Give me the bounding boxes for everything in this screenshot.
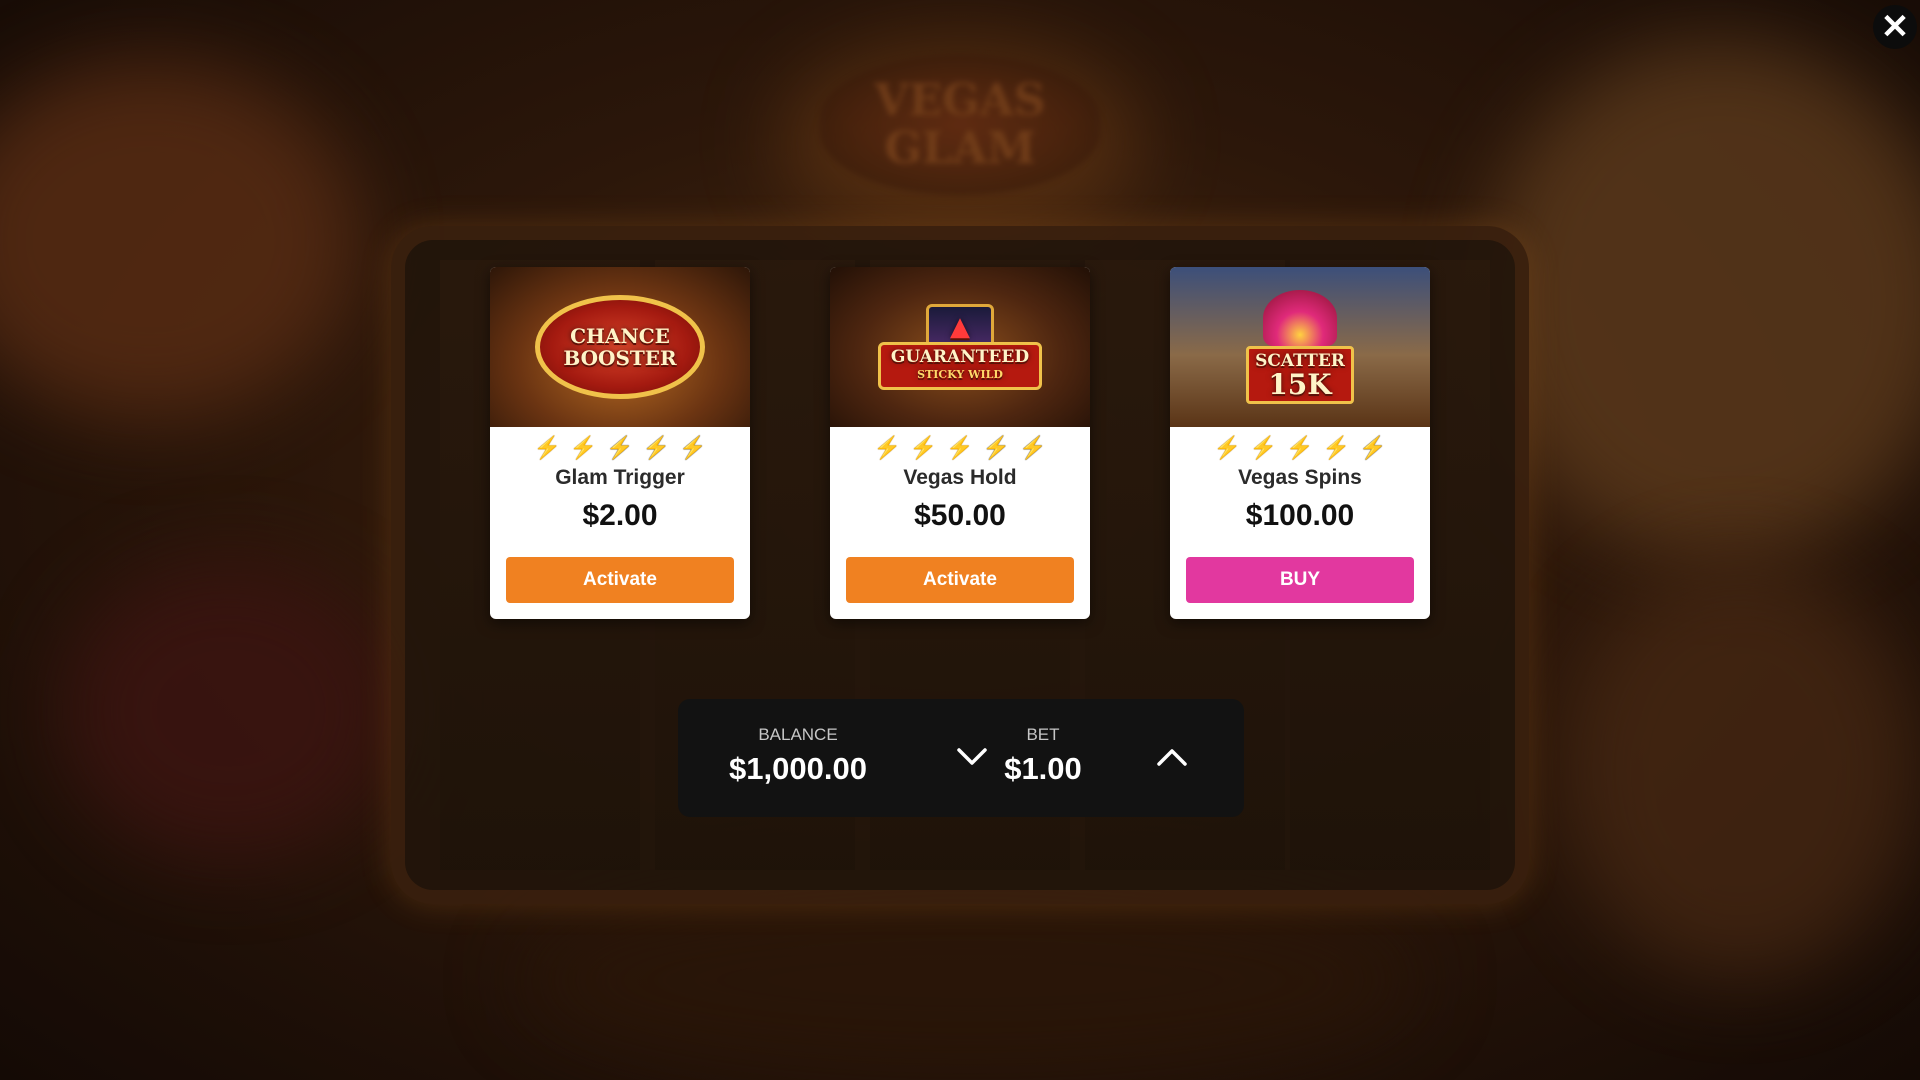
bet-label: BET — [1026, 725, 1060, 744]
lightning-bolt-icon: ⚡ — [533, 435, 561, 460]
bet-value: $1.00 — [1004, 751, 1082, 786]
badge-text: CHANCE — [570, 324, 670, 348]
lightning-bolt-icon: ⚡ — [1249, 435, 1278, 460]
bet-increase-button[interactable] — [1149, 734, 1195, 780]
offer-card-vegas-spins: SCATTER 15K ⚡ ⚡ ⚡ ⚡ ⚡ Vegas Spins $100.00 BU… — [1170, 267, 1430, 619]
rating-bolts: ⚡ ⚡ ⚡ ⚡ ⚡ — [1170, 435, 1430, 461]
buy-button[interactable]: BUY — [1186, 557, 1414, 603]
offer-image: SCATTER 15K — [1170, 267, 1430, 427]
background-blur — [1480, 40, 1920, 560]
scatter-15k-badge: SCATTER 15K — [1246, 290, 1354, 404]
logo-line: VEGAS — [874, 75, 1046, 126]
chance-booster-badge: CHANCE BOOSTER — [535, 295, 705, 399]
lightning-bolt-icon: ⚡ — [679, 435, 707, 460]
offer-card-glam-trigger: CHANCE BOOSTER ⚡ ⚡ ⚡ ⚡ ⚡ Glam Trigger $2.00 … — [490, 267, 750, 619]
lightning-bolt-icon: ⚡ — [1286, 435, 1314, 460]
close-button[interactable]: ✕ — [1873, 5, 1917, 49]
lightning-bolt-icon: ⚡ — [642, 435, 671, 460]
lightning-bolt-icon: ⚡ — [946, 435, 974, 460]
offer-card-vegas-hold: ▲ GUARANTEED STICKY WILD ⚡ ⚡ ⚡ ⚡ ⚡ Vegas Hol… — [830, 267, 1090, 619]
lightning-bolt-icon: ⚡ — [606, 435, 634, 460]
background-blur — [0, 60, 360, 420]
offer-image: ▲ GUARANTEED STICKY WILD — [830, 267, 1090, 427]
activate-button[interactable]: Activate — [506, 557, 734, 603]
offer-image: CHANCE BOOSTER — [490, 267, 750, 427]
lightning-bolt-icon: ⚡ — [1019, 435, 1047, 460]
offer-name: Vegas Spins — [1238, 466, 1362, 489]
close-icon: ✕ — [1880, 8, 1910, 46]
chevron-up-icon — [1157, 749, 1187, 766]
balance-value: $1,000.00 — [729, 751, 867, 786]
offer-price: $2.00 — [582, 499, 658, 532]
offer-price: $100.00 — [1245, 499, 1355, 532]
badge-text: BOOSTER — [563, 346, 677, 370]
lightning-bolt-icon: ⚡ — [1359, 435, 1387, 460]
badge-text: GUARANTEED — [890, 347, 1030, 367]
logo-line: GLAM — [884, 123, 1036, 174]
game-screen: VEGAS GLAM ✕ CHANCE BOOSTER ⚡ ⚡ ⚡ ⚡ ⚡ Glam T… — [0, 0, 1920, 1080]
rating-bolts: ⚡ ⚡ ⚡ ⚡ ⚡ — [490, 435, 750, 461]
background-blur — [60, 560, 400, 860]
lightning-bolt-icon: ⚡ — [982, 435, 1011, 460]
balance-bet-bar: BALANCE $1,000.00 BET $1.00 — [678, 699, 1244, 817]
feather-headdress-icon — [1262, 290, 1337, 346]
lightning-bolt-icon: ⚡ — [909, 435, 938, 460]
balance-label: BALANCE — [758, 725, 838, 744]
lightning-bolt-icon: ⚡ — [873, 435, 901, 460]
game-logo-sign: VEGAS GLAM — [820, 55, 1100, 195]
lightning-bolt-icon: ⚡ — [569, 435, 598, 460]
offer-price: $50.00 — [914, 499, 1006, 532]
guaranteed-sticky-wild-badge: ▲ GUARANTEED STICKY WILD — [877, 304, 1043, 390]
lightning-bolt-icon: ⚡ — [1213, 435, 1241, 460]
badge-text: STICKY WILD — [917, 368, 1003, 381]
badge-text: 15K — [1268, 368, 1332, 401]
rating-bolts: ⚡ ⚡ ⚡ ⚡ ⚡ — [830, 435, 1090, 461]
background-blur — [1560, 560, 1920, 980]
offer-name: Vegas Hold — [903, 466, 1017, 489]
background-blur — [520, 880, 1420, 1080]
lightning-bolt-icon: ⚡ — [1322, 435, 1351, 460]
activate-button[interactable]: Activate — [846, 557, 1074, 603]
offer-name: Glam Trigger — [555, 466, 685, 489]
